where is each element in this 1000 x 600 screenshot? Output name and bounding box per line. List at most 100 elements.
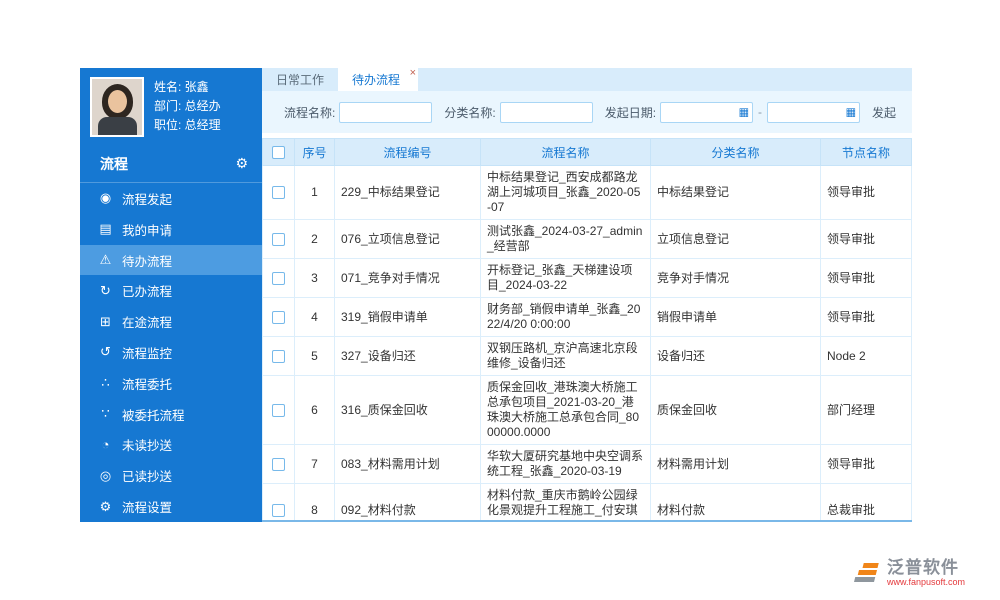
filter-bar: 流程名称: 分类名称: 发起日期: ▦ - ▦ 发起: [262, 91, 912, 133]
sidebar-item-settings[interactable]: ⚙流程设置: [80, 491, 262, 522]
sidebar-item-label: 流程监控: [122, 343, 172, 362]
sidebar-item-delegated[interactable]: ∵被委托流程: [80, 399, 262, 430]
sidebar-item-done[interactable]: ↻ 已办流程: [80, 275, 262, 306]
row-checkbox[interactable]: [272, 233, 285, 246]
sidebar-item-label: 已读抄送: [122, 466, 172, 485]
cell-no: 7: [295, 445, 335, 484]
cell-no: 3: [295, 259, 335, 298]
table-row: 5327_设备归还双钢压路机_京沪高速北京段维修_设备归还设备归还Node 2: [263, 337, 912, 376]
table-row: 4319_销假申请单财务部_销假申请单_张鑫_2022/4/20 0:00:00…: [263, 298, 912, 337]
sidebar-item-pending[interactable]: ⚠待办流程: [80, 245, 262, 276]
row-checkbox[interactable]: [272, 186, 285, 199]
sidebar-item-label: 流程发起: [122, 189, 172, 208]
category-name-label: 分类名称:: [444, 104, 495, 121]
sidebar-item-initiate[interactable]: ◉流程发起: [80, 183, 262, 214]
row-checkbox[interactable]: [272, 311, 285, 324]
cell-category: 立项信息登记: [651, 220, 821, 259]
row-checkbox-cell: [263, 259, 295, 298]
sidebar-item-label: 已办流程: [122, 281, 172, 300]
col-header-code: 流程编号: [335, 139, 481, 166]
table-row: 3071_竞争对手情况开标登记_张鑫_天梯建设项目_2024-03-22竞争对手…: [263, 259, 912, 298]
close-icon[interactable]: ×: [410, 68, 416, 79]
table-row: 1229_中标结果登记中标结果登记_西安成都路龙湖上河城项目_张鑫_2020-0…: [263, 166, 912, 220]
row-checkbox[interactable]: [272, 458, 285, 471]
cell-category: 竞争对手情况: [651, 259, 821, 298]
table-body: 1229_中标结果登记中标结果登记_西安成都路龙湖上河城项目_张鑫_2020-0…: [263, 166, 912, 523]
brand-url[interactable]: www.fanpusoft.com: [887, 577, 965, 588]
sidebar-section-process[interactable]: 流程 ⚙: [80, 145, 262, 183]
cell-node: 领导审批: [821, 259, 912, 298]
sidebar-item-unread-cc[interactable]: ◔ 未读抄送: [80, 430, 262, 461]
cell-no: 4: [295, 298, 335, 337]
cell-code: 327_设备归还: [335, 337, 481, 376]
cell-code: 229_中标结果登记: [335, 166, 481, 220]
gear-icon[interactable]: ⚙: [235, 155, 248, 172]
sidebar-item-label: 未读抄送: [122, 435, 172, 454]
cell-node: 领导审批: [821, 298, 912, 337]
profile-info: 姓名: 张鑫 部门: 总经办 职位: 总经理: [154, 78, 221, 135]
unread-cc-icon: ◔: [98, 437, 113, 452]
sidebar-section-label: 流程: [100, 154, 128, 174]
cell-code: 071_竞争对手情况: [335, 259, 481, 298]
sidebar: 姓名: 张鑫 部门: 总经办 职位: 总经理 流程 ⚙ ◉流程发起▤我的申请⚠待…: [80, 68, 262, 522]
tab-pending-process[interactable]: 待办流程 ×: [338, 68, 418, 91]
cell-code: 083_材料需用计划: [335, 445, 481, 484]
cell-name: 华软大厦研究基地中央空调系统工程_张鑫_2020-03-19: [481, 445, 651, 484]
profile-name: 姓名: 张鑫: [154, 78, 221, 97]
sidebar-menu: ◉流程发起▤我的申请⚠待办流程 ↻ 已办流程 ⊞在途流程↺流程监控 ∴ 流程委托 ∵被委托流…: [80, 183, 262, 522]
brand-name: 泛普软件: [887, 559, 965, 577]
pending-icon: ⚠: [98, 252, 113, 268]
sidebar-item-read-cc[interactable]: ◎ 已读抄送: [80, 460, 262, 491]
row-checkbox[interactable]: [272, 504, 285, 517]
cell-no: 1: [295, 166, 335, 220]
cell-category: 材料付款: [651, 484, 821, 523]
delegate-icon: ∴: [98, 375, 113, 391]
table-row: 8092_材料付款材料付款_重庆市鹅岭公园绿化景观提升工程施工_付安琪_2020…: [263, 484, 912, 523]
row-checkbox-cell: [263, 445, 295, 484]
cell-code: 316_质保金回收: [335, 376, 481, 445]
cell-node: Node 2: [821, 337, 912, 376]
cell-node: 总裁审批: [821, 484, 912, 523]
sidebar-item-delegate[interactable]: ∴ 流程委托: [80, 368, 262, 399]
in-transit-icon: ⊞: [98, 314, 113, 330]
date-range-separator: -: [758, 105, 762, 119]
cell-name: 财务部_销假申请单_张鑫_2022/4/20 0:00:00: [481, 298, 651, 337]
row-checkbox[interactable]: [272, 272, 285, 285]
app-window: 姓名: 张鑫 部门: 总经办 职位: 总经理 流程 ⚙ ◉流程发起▤我的申请⚠待…: [80, 68, 912, 522]
read-cc-icon: ◎: [98, 468, 113, 484]
table-row: 6316_质保金回收质保金回收_港珠澳大桥施工总承包项目_2021-03-20_…: [263, 376, 912, 445]
profile-title: 职位: 总经理: [154, 116, 221, 135]
sidebar-item-label: 流程委托: [122, 374, 172, 393]
done-icon: ↻: [98, 283, 113, 299]
select-all-header-cell: [263, 139, 295, 166]
process-name-label: 流程名称:: [284, 104, 335, 121]
process-name-input[interactable]: [339, 102, 432, 123]
select-all-checkbox[interactable]: [272, 146, 285, 159]
cell-category: 质保金回收: [651, 376, 821, 445]
row-checkbox-cell: [263, 220, 295, 259]
sidebar-item-in-transit[interactable]: ⊞在途流程: [80, 306, 262, 337]
sidebar-item-label: 被委托流程: [122, 405, 185, 424]
sidebar-item-monitor[interactable]: ↺流程监控: [80, 337, 262, 368]
avatar: [90, 77, 144, 137]
cell-category: 材料需用计划: [651, 445, 821, 484]
row-checkbox-cell: [263, 484, 295, 523]
row-checkbox[interactable]: [272, 404, 285, 417]
sidebar-item-my-application[interactable]: ▤我的申请: [80, 214, 262, 245]
calendar-icon[interactable]: ▦: [739, 106, 749, 119]
category-name-input[interactable]: [500, 102, 593, 123]
calendar-icon[interactable]: ▦: [846, 106, 856, 119]
tab-bar: 日常工作 待办流程 ×: [262, 68, 912, 91]
row-checkbox-cell: [263, 376, 295, 445]
tab-daily-work[interactable]: 日常工作: [262, 68, 338, 91]
row-checkbox[interactable]: [272, 350, 285, 363]
col-header-no: 序号: [295, 139, 335, 166]
main-content: 日常工作 待办流程 × 流程名称: 分类名称: 发起日期: ▦ -: [262, 68, 912, 522]
cell-name: 中标结果登记_西安成都路龙湖上河城项目_张鑫_2020-05-07: [481, 166, 651, 220]
process-table: 序号 流程编号 流程名称 分类名称 节点名称 1229_中标结果登记中标结果登记…: [262, 138, 912, 522]
cell-no: 2: [295, 220, 335, 259]
row-checkbox-cell: [263, 298, 295, 337]
col-header-category: 分类名称: [651, 139, 821, 166]
my-application-icon: ▤: [98, 221, 113, 237]
table-header-row: 序号 流程编号 流程名称 分类名称 节点名称: [263, 139, 912, 166]
